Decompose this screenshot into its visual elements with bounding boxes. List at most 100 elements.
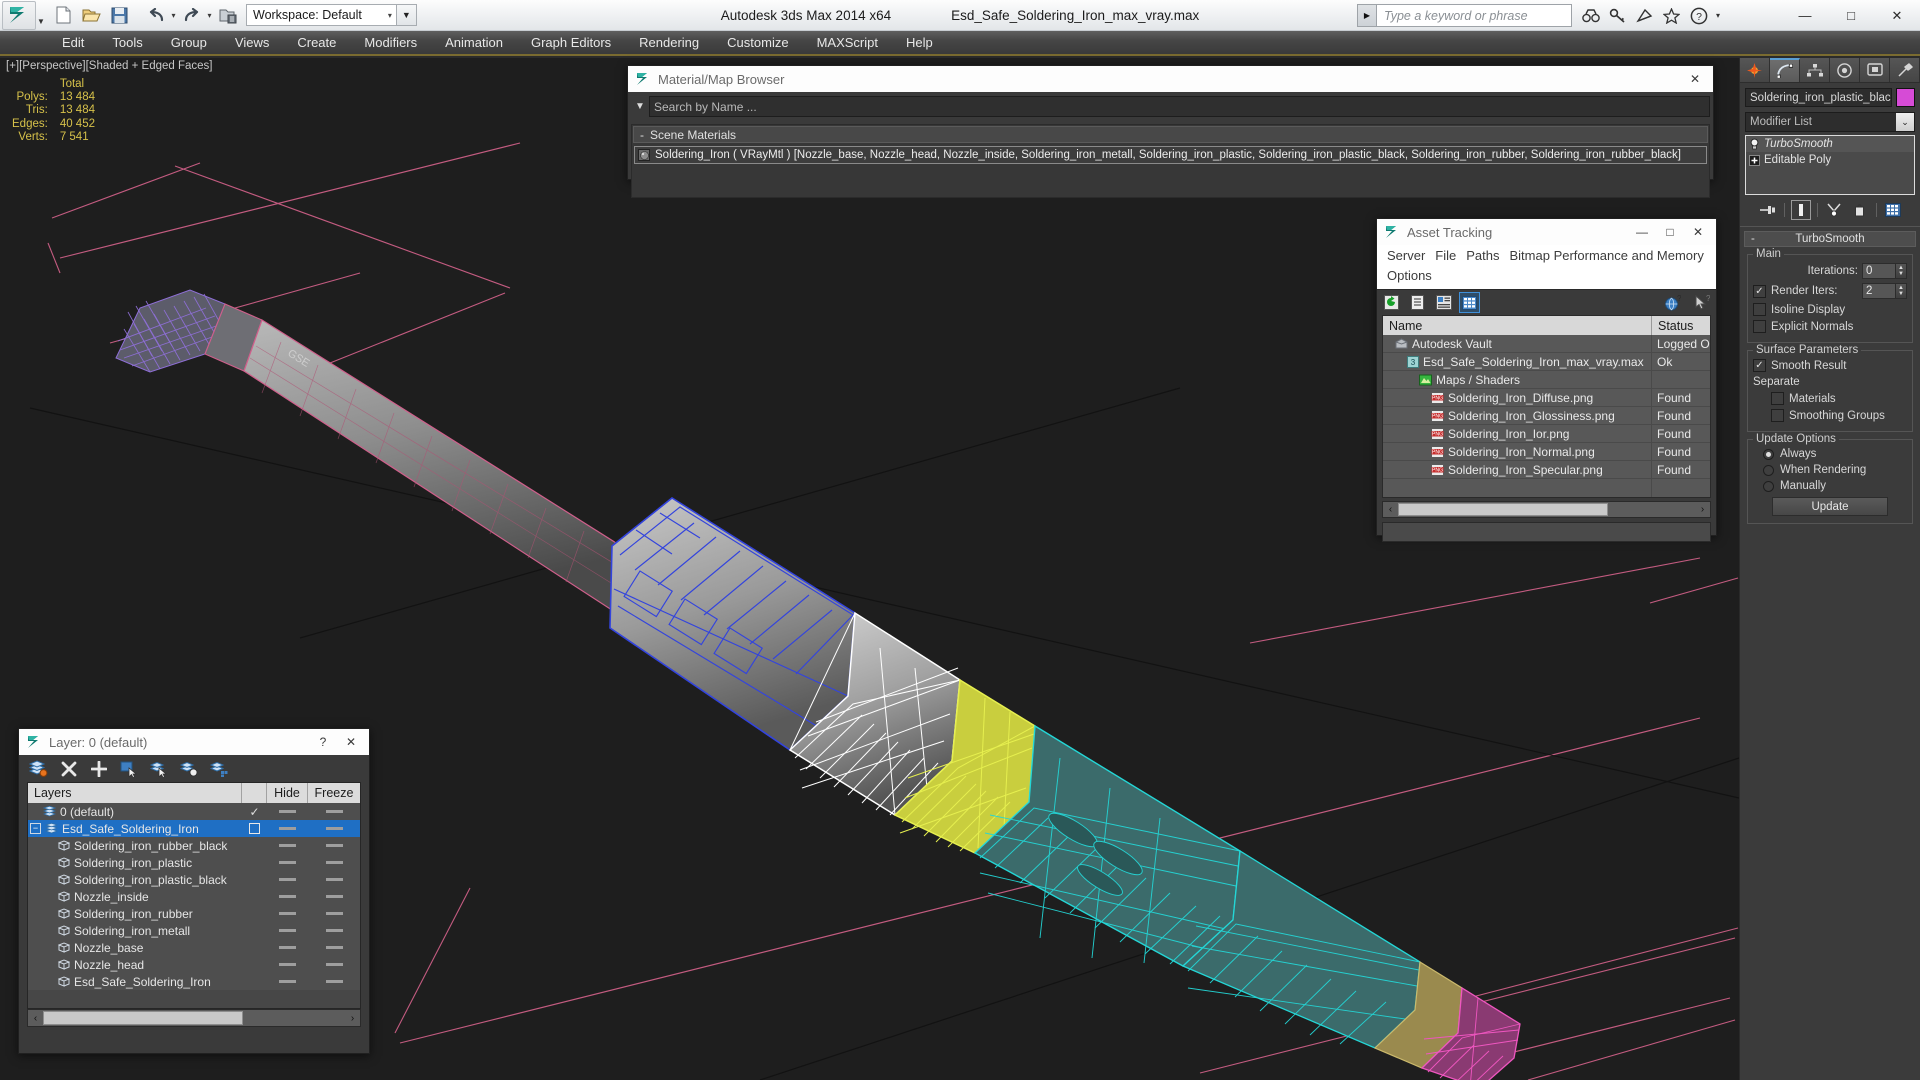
layer-hide-cell[interactable]	[267, 946, 308, 949]
add-selection-icon[interactable]	[88, 758, 109, 779]
remove-modifier-icon[interactable]	[1850, 200, 1870, 220]
list-item[interactable]: Soldering_iron_plastic	[28, 854, 360, 871]
close-button[interactable]: ✕	[1874, 0, 1920, 31]
smoothing-groups-checkbox[interactable]	[1771, 409, 1784, 422]
list-item[interactable]: Soldering_iron_rubber_black	[28, 837, 360, 854]
layer-freeze-cell[interactable]	[308, 895, 360, 898]
table-row[interactable]: 3 Esd_Safe_Soldering_Iron_max_vray.max O…	[1383, 353, 1710, 371]
field-smoothing-groups[interactable]: Smoothing Groups	[1753, 409, 1907, 422]
isoline-display-checkbox[interactable]	[1753, 303, 1766, 316]
show-end-result-icon[interactable]	[1790, 200, 1811, 220]
rollout-toggle-icon[interactable]: -	[1751, 233, 1755, 245]
radio-always[interactable]: Always	[1753, 448, 1907, 460]
menu-item-create[interactable]: Create	[283, 30, 350, 55]
help-caret-icon[interactable]: ▾	[1716, 11, 1720, 20]
modify-tab[interactable]	[1770, 58, 1800, 82]
stack-item-editable-poly[interactable]: Editable Poly	[1746, 152, 1914, 168]
application-menu-button[interactable]	[2, 0, 36, 30]
undo-icon[interactable]	[142, 2, 169, 29]
field-isoline-display[interactable]: Isoline Display	[1753, 303, 1907, 316]
hierarchy-tab[interactable]	[1800, 58, 1830, 82]
select-highlighted-icon[interactable]	[148, 758, 169, 779]
radio-when-rendering[interactable]: When Rendering	[1753, 464, 1907, 476]
layer-current-cell[interactable]	[242, 823, 267, 834]
redo-icon[interactable]	[178, 2, 205, 29]
quick-access-dropdown-button[interactable]: ▼	[396, 4, 417, 26]
material-entry-row[interactable]: Soldering_Iron ( VRayMtl ) [Nozzle_base,…	[634, 146, 1707, 164]
render-iters-spinner[interactable]: 2 ▲ ▼	[1862, 283, 1907, 299]
list-item[interactable]: Nozzle_base	[28, 939, 360, 956]
highlight-selected-icon[interactable]	[178, 758, 199, 779]
when-rendering-radio[interactable]	[1763, 464, 1774, 476]
list-view-icon[interactable]	[1407, 292, 1428, 313]
create-new-layer-icon[interactable]	[28, 758, 49, 779]
render-iters-checkbox[interactable]: ✓	[1753, 284, 1766, 298]
filter-dropdown-icon[interactable]: ▼	[631, 96, 649, 117]
scrollbar-thumb[interactable]	[43, 1011, 243, 1025]
asset-tracking-close-button[interactable]: ✕	[1684, 220, 1712, 244]
field-smooth-result[interactable]: ✓ Smooth Result	[1753, 359, 1907, 372]
key-icon[interactable]	[1608, 6, 1628, 26]
list-item[interactable]: Soldering_iron_metall	[28, 922, 360, 939]
motion-tab[interactable]	[1830, 58, 1860, 82]
open-file-icon[interactable]	[78, 2, 105, 29]
modifier-stack[interactable]: TurboSmooth Editable Poly	[1745, 135, 1915, 195]
utilities-tab[interactable]	[1890, 58, 1920, 82]
asset-menu-server[interactable]: Server	[1382, 246, 1430, 266]
layer-freeze-cell[interactable]	[308, 929, 360, 932]
scroll-left-icon[interactable]: ‹	[1383, 502, 1398, 517]
hide-unhide-icon[interactable]	[208, 758, 229, 779]
menu-item-animation[interactable]: Animation	[431, 30, 517, 55]
render-iters-value[interactable]: 2	[1862, 283, 1896, 299]
asset-menu-options[interactable]: Options	[1382, 266, 1437, 286]
binoculars-icon[interactable]	[1581, 6, 1601, 26]
scroll-left-icon[interactable]: ‹	[28, 1010, 43, 1026]
layer-horizontal-scrollbar[interactable]: ‹ ›	[27, 1009, 361, 1027]
menu-item-graph-editors[interactable]: Graph Editors	[517, 30, 625, 55]
field-materials[interactable]: Materials	[1753, 392, 1907, 405]
layer-hide-cell[interactable]	[267, 963, 308, 966]
expander-icon[interactable]: −	[30, 823, 41, 834]
smooth-result-checkbox[interactable]: ✓	[1753, 359, 1766, 372]
list-item[interactable]: Nozzle_head	[28, 956, 360, 973]
layer-freeze-cell[interactable]	[308, 912, 360, 915]
satellite-icon[interactable]	[1635, 6, 1655, 26]
table-row[interactable]: Autodesk Vault Logged O	[1383, 335, 1710, 353]
new-file-icon[interactable]	[50, 2, 77, 29]
asset-tracking-title-bar[interactable]: Asset Tracking — □ ✕	[1377, 219, 1716, 245]
maximize-button[interactable]: □	[1828, 0, 1874, 31]
layer-hide-cell[interactable]	[267, 810, 308, 813]
scene-materials-toggle[interactable]: -	[640, 128, 644, 142]
menu-item-tools[interactable]: Tools	[98, 30, 156, 55]
menu-item-rendering[interactable]: Rendering	[625, 30, 713, 55]
scene-materials-group-header[interactable]: - Scene Materials	[633, 126, 1708, 143]
asset-tracking-maximize-button[interactable]: □	[1656, 220, 1684, 244]
layer-freeze-cell[interactable]	[308, 861, 360, 864]
asset-tracking-horizontal-scrollbar[interactable]: ‹ ›	[1382, 501, 1711, 518]
chevron-down-icon[interactable]: ⌄	[1896, 113, 1914, 131]
material-map-browser-window[interactable]: Material/Map Browser ✕ ▼ Search by Name …	[627, 65, 1714, 198]
detail-view-icon[interactable]	[1433, 292, 1454, 313]
undo-dropdown-caret[interactable]: ▾	[170, 2, 177, 29]
material-search-input[interactable]: Search by Name ...	[649, 96, 1710, 117]
menu-item-maxscript[interactable]: MAXScript	[803, 30, 892, 55]
table-row[interactable]: PNG Soldering_Iron_Normal.png Found	[1383, 443, 1710, 461]
asset-menu-bitmap[interactable]: Bitmap Performance and Memory	[1505, 246, 1709, 266]
layer-hide-cell[interactable]	[267, 878, 308, 881]
create-tab[interactable]	[1740, 58, 1770, 82]
column-header-name[interactable]: Name	[1383, 316, 1652, 335]
material-browser-close-button[interactable]: ✕	[1681, 67, 1709, 91]
layer-hide-cell[interactable]	[267, 861, 308, 864]
project-folder-icon[interactable]	[214, 2, 241, 29]
layer-hide-cell[interactable]	[267, 844, 308, 847]
menu-item-customize[interactable]: Customize	[713, 30, 802, 55]
help-icon[interactable]: ?	[1689, 6, 1709, 26]
scroll-right-icon[interactable]: ›	[1695, 502, 1710, 517]
list-item[interactable]: Esd_Safe_Soldering_Iron	[28, 973, 360, 990]
workspace-selector[interactable]: Workspace: Default ▾	[246, 4, 397, 26]
layer-manager-title-bar[interactable]: Layer: 0 (default) ? ✕	[19, 729, 369, 755]
application-menu-caret[interactable]: ▼	[36, 1, 46, 30]
select-objects-icon[interactable]	[118, 758, 139, 779]
column-header-layers[interactable]: Layers	[28, 783, 242, 803]
save-file-icon[interactable]	[106, 2, 133, 29]
